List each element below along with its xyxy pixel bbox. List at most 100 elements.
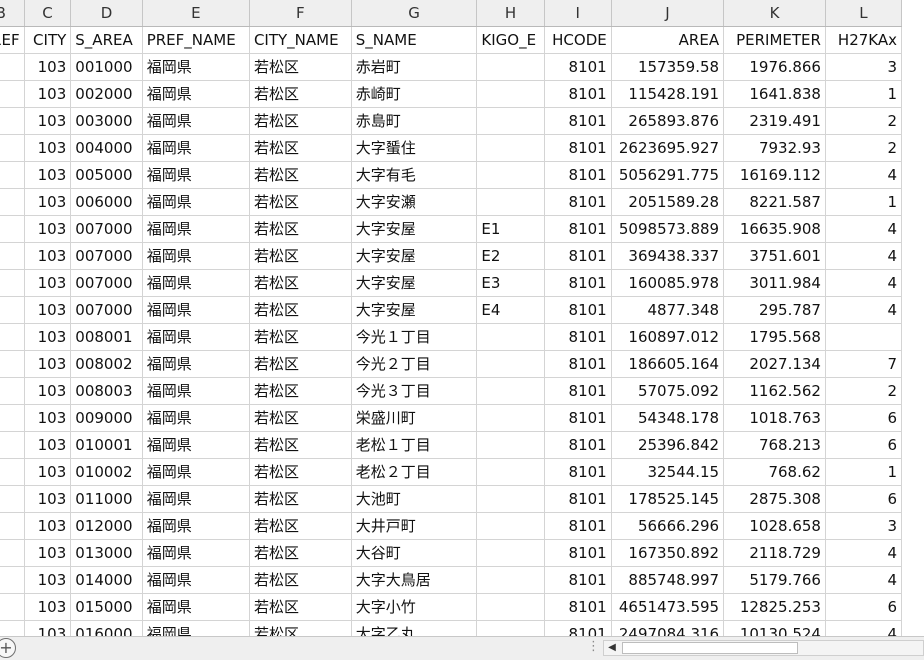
grid-cell[interactable] [476,323,545,351]
grid-cell[interactable]: 103 [24,134,72,162]
grid-cell[interactable]: 大字安屋 [351,215,478,243]
grid-cell[interactable] [0,512,25,540]
grid-cell[interactable]: 4 [825,215,903,243]
grid-cell[interactable]: 008001 [70,323,143,351]
grid-cell[interactable] [476,485,545,513]
grid-cell[interactable]: PREF_NAME [142,26,250,54]
grid-cell[interactable]: 2051589.28 [611,188,725,216]
grid-cell[interactable]: 若松区 [249,269,352,297]
grid-cell[interactable]: 大谷町 [351,539,478,567]
grid-cell[interactable] [476,80,545,108]
grid-cell[interactable]: 2497084.316 [611,620,725,636]
grid-cell[interactable]: 若松区 [249,53,352,81]
grid-cell[interactable]: 若松区 [249,350,352,378]
grid-cell[interactable]: 160897.012 [611,323,725,351]
grid-cell[interactable]: 5056291.775 [611,161,725,189]
grid-cell[interactable]: 295.787 [723,296,826,324]
grid-cell[interactable]: 8101 [544,242,612,270]
grid-cell[interactable]: 103 [24,512,72,540]
grid-cell[interactable] [476,188,545,216]
grid-cell[interactable]: 福岡県 [142,512,250,540]
grid-cell[interactable]: 011000 [70,485,143,513]
grid-cell[interactable]: 103 [24,485,72,513]
grid-cell[interactable] [0,458,25,486]
grid-cell[interactable]: 016000 [70,620,143,636]
grid-cell[interactable] [476,107,545,135]
grid-cell[interactable]: 大字大鳥居 [351,566,478,594]
grid-cell[interactable]: 6 [825,404,903,432]
grid-cell[interactable]: 福岡県 [142,215,250,243]
grid-cell[interactable]: 103 [24,539,72,567]
grid-cell[interactable]: 8101 [544,620,612,636]
grid-cell[interactable]: 栄盛川町 [351,404,478,432]
grid-cell[interactable] [0,485,25,513]
grid-cell[interactable]: 福岡県 [142,539,250,567]
grid-cell[interactable]: 1162.562 [723,377,826,405]
grid-cell[interactable]: 2118.729 [723,539,826,567]
column-header-k[interactable]: K [723,0,826,27]
grid-cell[interactable]: 103 [24,458,72,486]
grid-cell[interactable]: 今光１丁目 [351,323,478,351]
grid-cell[interactable]: 103 [24,566,72,594]
grid-cell[interactable]: 103 [24,53,72,81]
grid-cell[interactable]: 768.62 [723,458,826,486]
grid-cell[interactable]: 若松区 [249,377,352,405]
grid-cell[interactable]: HCODE [544,26,612,54]
grid-cell[interactable] [0,134,25,162]
grid-cell[interactable]: 2 [825,377,903,405]
grid-cell[interactable]: 6 [825,593,903,621]
column-header-e[interactable]: E [142,0,250,27]
grid-cell[interactable]: 8101 [544,485,612,513]
grid-cell[interactable]: 103 [24,620,72,636]
grid-cell[interactable]: 007000 [70,296,143,324]
grid-cell[interactable]: 115428.191 [611,80,725,108]
grid-cell[interactable]: 186605.164 [611,350,725,378]
grid-cell[interactable]: 福岡県 [142,593,250,621]
grid-cell[interactable]: 009000 [70,404,143,432]
grid-cell[interactable] [0,80,25,108]
grid-cell[interactable]: 007000 [70,269,143,297]
grid-cell[interactable]: 8101 [544,80,612,108]
grid-cell[interactable]: 103 [24,404,72,432]
scrollbar-thumb[interactable] [622,642,798,654]
grid-cell[interactable] [476,350,545,378]
grid-cell[interactable] [476,620,545,636]
grid-cell[interactable]: 8101 [544,377,612,405]
grid-cell[interactable]: 103 [24,431,72,459]
grid-cell[interactable]: 8101 [544,107,612,135]
grid-cell[interactable]: 大字安屋 [351,269,478,297]
grid-cell[interactable]: 1 [825,458,903,486]
grid-cell[interactable] [476,539,545,567]
grid-cell[interactable]: 015000 [70,593,143,621]
column-header-c[interactable]: C [24,0,72,27]
grid-cell[interactable]: 福岡県 [142,377,250,405]
tab-split-handle[interactable]: ⋮ [587,639,600,654]
grid-cell[interactable] [0,431,25,459]
spreadsheet-grid[interactable]: BCDEFGHIJKLPREFCITYS_AREAPREF_NAMECITY_N… [0,0,924,636]
grid-cell[interactable]: 赤岩町 [351,53,478,81]
grid-cell[interactable]: 8101 [544,566,612,594]
grid-cell[interactable]: 178525.145 [611,485,725,513]
grid-cell[interactable]: 103 [24,215,72,243]
grid-cell[interactable]: 4651473.595 [611,593,725,621]
grid-cell[interactable]: 1976.866 [723,53,826,81]
grid-cell[interactable]: 768.213 [723,431,826,459]
grid-cell[interactable]: 8101 [544,215,612,243]
grid-cell[interactable]: 007000 [70,242,143,270]
grid-cell[interactable]: 103 [24,107,72,135]
grid-cell[interactable]: 8101 [544,296,612,324]
grid-cell[interactable]: 大字小竹 [351,593,478,621]
grid-cell[interactable]: 大池町 [351,485,478,513]
grid-cell[interactable]: 福岡県 [142,620,250,636]
grid-cell[interactable]: 今光２丁目 [351,350,478,378]
grid-cell[interactable]: 若松区 [249,296,352,324]
grid-cell[interactable] [476,593,545,621]
grid-cell[interactable]: 4 [825,539,903,567]
grid-cell[interactable]: 008003 [70,377,143,405]
grid-cell[interactable]: 若松区 [249,404,352,432]
grid-cell[interactable]: 103 [24,242,72,270]
grid-cell[interactable]: 2623695.927 [611,134,725,162]
grid-cell[interactable]: 若松区 [249,215,352,243]
grid-cell[interactable]: 56666.296 [611,512,725,540]
grid-cell[interactable]: 003000 [70,107,143,135]
